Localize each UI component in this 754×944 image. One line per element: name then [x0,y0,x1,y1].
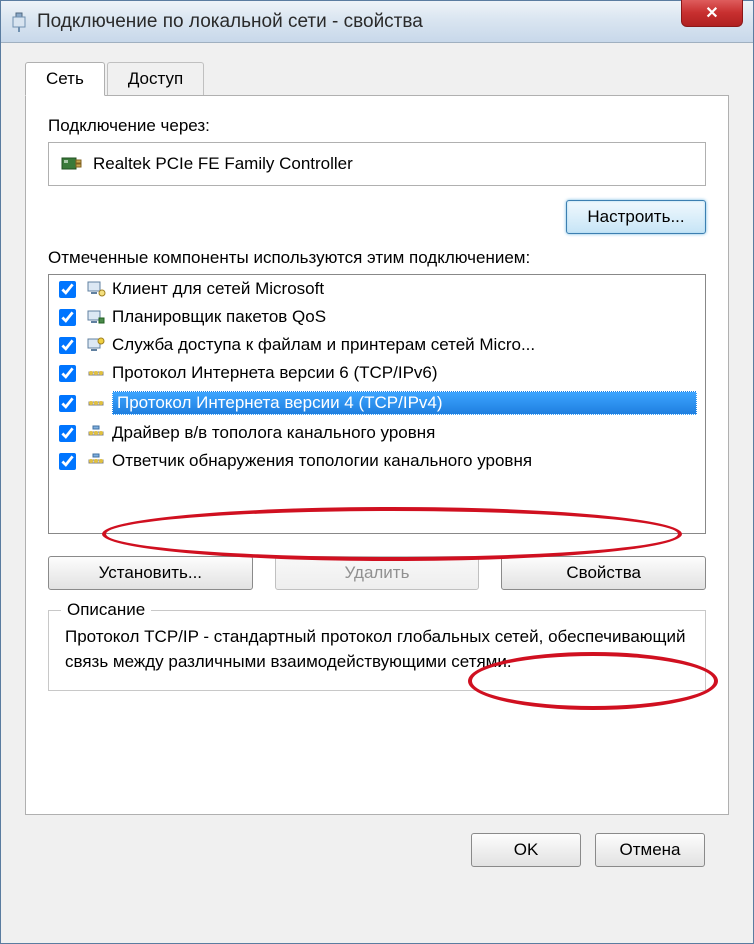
description-text: Протокол TCP/IP - стандартный протокол г… [65,625,689,674]
component-label: Драйвер в/в тополога канального уровня [112,423,697,443]
protocol-icon [86,393,106,413]
component-checkbox[interactable] [59,309,76,326]
component-label: Ответчик обнаружения топологии канальног… [112,451,697,471]
adapter-name: Realtek PCIe FE Family Controller [93,154,353,174]
component-checkbox[interactable] [59,281,76,298]
components-list[interactable]: Клиент для сетей Microsoft Планировщик па… [48,274,706,534]
close-button[interactable]: ✕ [681,0,743,27]
remove-button[interactable]: Удалить [275,556,480,590]
window-title: Подключение по локальной сети - свойства [37,11,745,33]
description-group: Описание Протокол TCP/IP - стандартный п… [48,610,706,691]
topology-icon [86,451,106,471]
list-item[interactable]: Драйвер в/в тополога канального уровня [49,419,705,447]
close-icon: ✕ [705,3,718,23]
tabs: Сеть Доступ [25,61,729,95]
properties-button[interactable]: Свойства [501,556,706,590]
component-checkbox[interactable] [59,453,76,470]
configure-button[interactable]: Настроить... [566,200,706,234]
connect-via-label: Подключение через: [48,116,706,136]
list-item[interactable]: Протокол Интернета версии 4 (TCP/IPv4) [49,387,705,419]
topology-icon [86,423,106,443]
component-label: Клиент для сетей Microsoft [112,279,697,299]
dialog-body: Сеть Доступ Подключение через: Realtek P… [1,43,753,885]
tab-panel-network: Подключение через: Realtek PCIe FE Famil… [25,95,729,815]
ok-button[interactable]: OK [471,833,581,867]
list-item[interactable]: Протокол Интернета версии 6 (TCP/IPv6) [49,359,705,387]
tab-access[interactable]: Доступ [107,62,204,95]
fileshare-icon [86,335,106,355]
adapter-box[interactable]: Realtek PCIe FE Family Controller [48,142,706,186]
list-item[interactable]: Клиент для сетей Microsoft [49,275,705,303]
component-checkbox[interactable] [59,337,76,354]
component-checkbox[interactable] [59,425,76,442]
components-label: Отмеченные компоненты используются этим … [48,248,706,268]
adapter-icon [61,153,83,175]
tab-network[interactable]: Сеть [25,62,105,96]
component-label: Протокол Интернета версии 6 (TCP/IPv6) [112,363,697,383]
cancel-button[interactable]: Отмена [595,833,705,867]
component-label: Служба доступа к файлам и принтерам сете… [112,335,697,355]
titlebar: Подключение по локальной сети - свойства… [1,1,753,43]
protocol-icon [86,363,106,383]
properties-window: Подключение по локальной сети - свойства… [0,0,754,944]
list-item[interactable]: Служба доступа к файлам и принтерам сете… [49,331,705,359]
network-adapter-icon [9,10,29,34]
dialog-footer: OK Отмена [25,815,729,867]
description-legend: Описание [61,600,151,620]
list-item[interactable]: Планировщик пакетов QoS [49,303,705,331]
component-checkbox[interactable] [59,395,76,412]
scheduler-icon [86,307,106,327]
component-buttons: Установить... Удалить Свойства [48,556,706,590]
component-checkbox[interactable] [59,365,76,382]
component-label: Протокол Интернета версии 4 (TCP/IPv4) [112,391,697,415]
client-icon [86,279,106,299]
list-item[interactable]: Ответчик обнаружения топологии канальног… [49,447,705,475]
install-button[interactable]: Установить... [48,556,253,590]
component-label: Планировщик пакетов QoS [112,307,697,327]
